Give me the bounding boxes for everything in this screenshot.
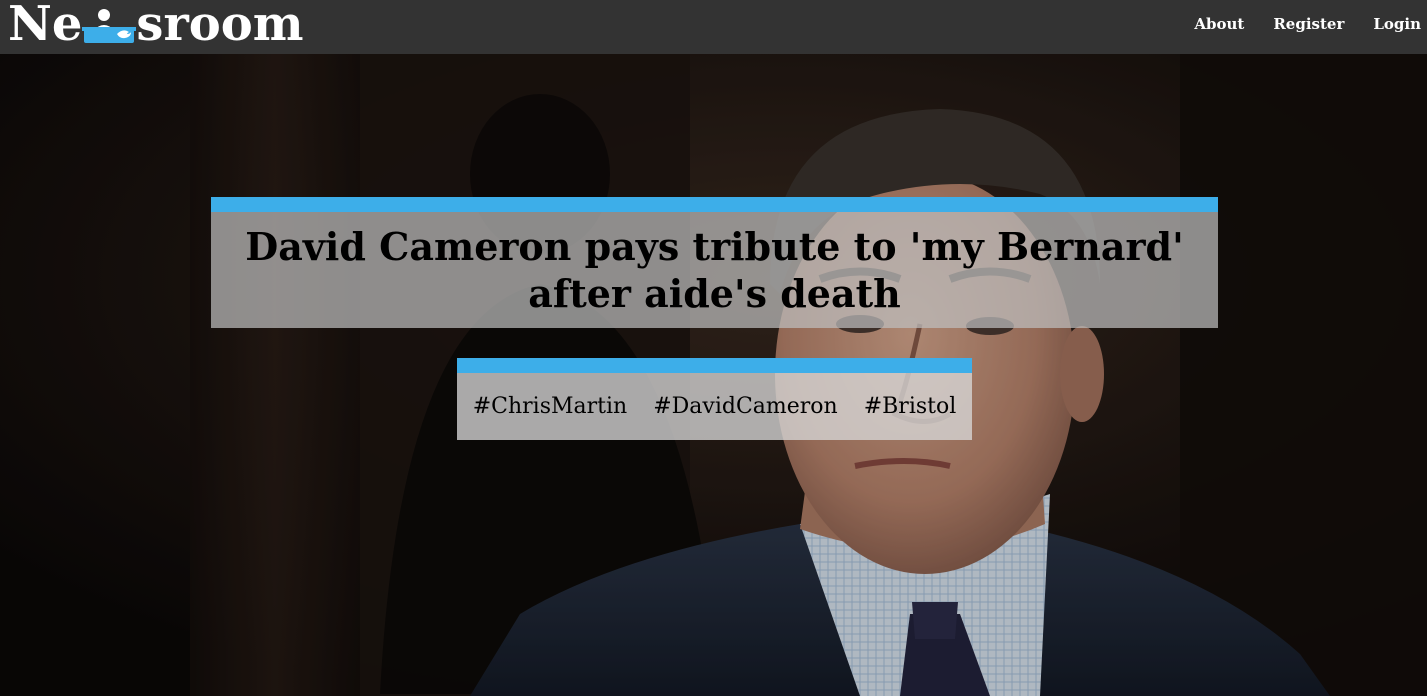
tags-body: #ChrisMartin #DavidCameron #Bristol bbox=[457, 373, 972, 440]
tags-accent-bar bbox=[457, 358, 972, 373]
nav-register-link[interactable]: Register bbox=[1273, 15, 1344, 33]
nav-login-link[interactable]: Login bbox=[1373, 15, 1421, 33]
headline-panel: David Cameron pays tribute to 'my Bernar… bbox=[211, 197, 1218, 328]
top-navbar: Ne sroom About Register Login bbox=[0, 0, 1427, 54]
headline-accent-bar bbox=[211, 197, 1218, 212]
tags-panel: #ChrisMartin #DavidCameron #Bristol bbox=[457, 358, 972, 440]
tag-link[interactable]: #Bristol bbox=[864, 394, 957, 419]
tag-link[interactable]: #DavidCameron bbox=[653, 394, 838, 419]
article-headline[interactable]: David Cameron pays tribute to 'my Bernar… bbox=[211, 223, 1218, 317]
site-logo[interactable]: Ne sroom bbox=[8, 0, 304, 54]
nav-links: About Register Login bbox=[1165, 0, 1421, 48]
headline-body: David Cameron pays tribute to 'my Bernar… bbox=[211, 212, 1218, 328]
nav-about-link[interactable]: About bbox=[1194, 15, 1244, 33]
logo-text-prefix: Ne bbox=[8, 0, 83, 52]
desk-with-bird-icon bbox=[80, 1, 138, 47]
logo-text-suffix: sroom bbox=[136, 0, 304, 52]
tag-link[interactable]: #ChrisMartin bbox=[473, 394, 627, 419]
